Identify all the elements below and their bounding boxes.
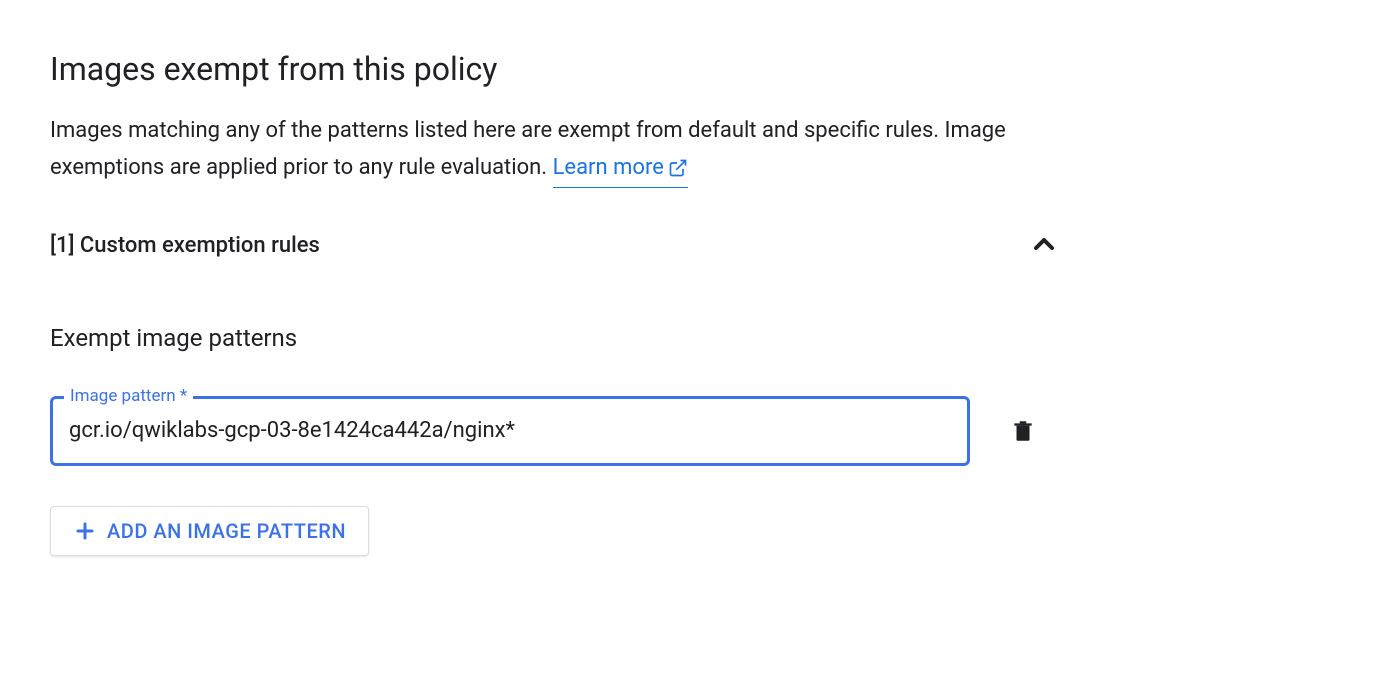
description-text: Images matching any of the patterns list… — [50, 118, 1006, 180]
plus-icon — [73, 519, 97, 543]
section-title: Images exempt from this policy — [50, 50, 1070, 88]
trash-icon — [1010, 417, 1036, 445]
image-pattern-label: Image pattern * — [64, 386, 193, 406]
add-button-label: ADD AN IMAGE PATTERN — [107, 519, 346, 543]
collapse-title: [1] Custom exemption rules — [50, 233, 320, 258]
external-link-icon — [668, 158, 688, 178]
learn-more-text: Learn more — [553, 149, 664, 186]
learn-more-link[interactable]: Learn more — [553, 149, 688, 187]
subsection-title: Exempt image patterns — [50, 324, 1070, 352]
section-description: Images matching any of the patterns list… — [50, 112, 1030, 188]
image-pattern-row: Image pattern * — [50, 396, 1060, 466]
add-image-pattern-button[interactable]: ADD AN IMAGE PATTERN — [50, 506, 369, 556]
delete-pattern-button[interactable] — [1010, 417, 1036, 445]
image-pattern-field-wrapper: Image pattern * — [50, 396, 970, 466]
collapse-header[interactable]: [1] Custom exemption rules — [50, 228, 1060, 264]
chevron-up-icon[interactable] — [1028, 228, 1060, 264]
image-pattern-input[interactable] — [50, 396, 970, 466]
